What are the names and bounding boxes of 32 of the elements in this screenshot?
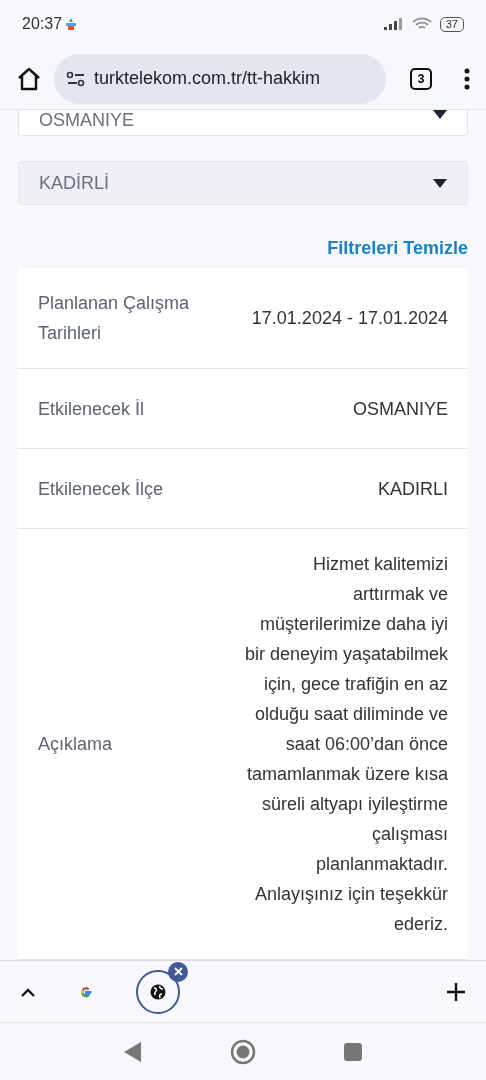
site-settings-icon[interactable] xyxy=(66,70,86,87)
detail-value: 17.01.2024 - 17.01.2024 xyxy=(250,307,448,330)
clear-filters-link[interactable]: Filtreleri Temizle xyxy=(327,235,468,262)
chevron-up-icon[interactable] xyxy=(20,986,36,997)
menu-icon[interactable] xyxy=(464,67,470,90)
signal-icon xyxy=(383,18,404,30)
url-text: turktelekom.com.tr/tt-hakkim xyxy=(94,67,321,90)
detail-value: KADIRLI xyxy=(376,477,448,501)
close-tab-button[interactable] xyxy=(168,961,188,982)
home-icon[interactable] xyxy=(16,65,42,92)
dropdown-select[interactable]: OSMANIYE xyxy=(18,110,468,137)
google-icon xyxy=(79,984,93,999)
detail-label: Planlanan Çalışma Tarihleri xyxy=(38,292,191,345)
dropdown-arrow-icon xyxy=(433,110,447,119)
recents-icon[interactable] xyxy=(344,1042,362,1061)
address-bar[interactable]: turktelekom.com.tr/tt-hakkim xyxy=(54,53,386,104)
detail-value: Hizmet kalitemizi arttırmak ve müşterilerimize daha iyi bir deneyim yaşatabilmek için, gece trafiğin en az olduğu saat diliminde ve saat 06:00’dan önce tamamlanmak üzere kısa süreli altyapı iyileştirme çalışması planlanmaktadır. Anlayışınız için teşekkür ederiz. xyxy=(244,553,448,936)
detail-label: Açıklama xyxy=(38,733,114,756)
close-icon xyxy=(173,967,183,976)
plus-icon[interactable] xyxy=(446,981,466,1002)
status-time: 20:37 xyxy=(22,14,63,34)
battery-indicator: 37 xyxy=(439,16,464,32)
globe-icon xyxy=(150,983,166,1000)
dropdown-arrow-icon xyxy=(433,178,447,188)
detail-label: Etkilenecek İl xyxy=(38,397,146,421)
detail-value: OSMANIYE xyxy=(351,397,448,421)
notification-icon xyxy=(66,18,77,30)
back-icon[interactable] xyxy=(124,1041,142,1062)
detail-label: Etkilenecek İlçe xyxy=(38,477,165,501)
wifi-icon xyxy=(411,17,432,31)
home-button-icon[interactable] xyxy=(230,1038,256,1065)
tab-count-button[interactable]: 3 xyxy=(410,67,432,90)
